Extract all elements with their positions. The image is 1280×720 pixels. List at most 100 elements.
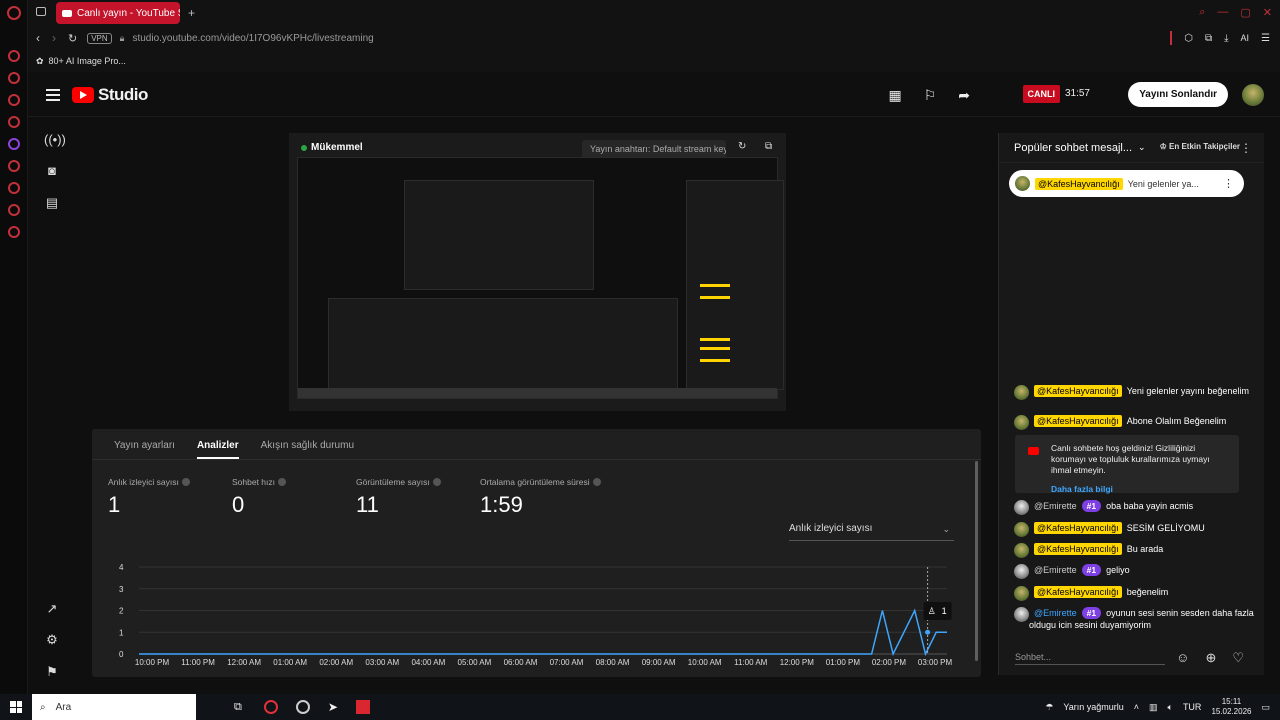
camera-icon[interactable]: ◙ [44,163,60,179]
calendar-icon[interactable]: ▤ [44,195,60,211]
hover-point [925,629,931,635]
back-icon[interactable]: ‹ [36,31,40,45]
reload-icon[interactable]: ↻ [68,32,77,45]
feedback-icon[interactable]: ⚑ [44,664,60,680]
forward-icon[interactable]: › [52,31,56,45]
stream-key-select[interactable]: Yayın anahtarı: Default stream key [582,140,726,158]
chat-message[interactable]: @Emirette #1 oyunun sesi senin sesden daha… [1014,607,1254,631]
share-icon[interactable]: ➦ [958,87,970,104]
emoji-icon[interactable]: ☺ [1176,650,1189,666]
menu-icon[interactable]: ☰ [1261,33,1270,44]
refresh-icon[interactable]: ↻ [738,141,752,155]
bookmark-icon[interactable]: ⚐ [924,87,937,104]
hamburger-menu-icon[interactable] [46,86,60,104]
panel-scrollbar[interactable] [975,461,978,661]
tab-stream-settings[interactable]: Yayın ayarları [114,440,175,459]
sidebar-messenger-icon[interactable] [7,116,20,128]
tab-analytics[interactable]: Analizler [196,440,239,459]
steam-taskbar-icon[interactable]: ➤ [328,700,338,714]
message-author[interactable]: @Emirette [1034,608,1077,618]
heart-icon[interactable]: ♡ [1232,650,1244,666]
snapshot-icon[interactable]: ⬡ [1184,33,1193,44]
learn-more-link[interactable]: Daha fazla bilgi [1051,484,1231,495]
y-tick-label: 0 [119,650,124,659]
sidebar-aria-icon[interactable] [7,50,20,62]
y-tick-label: 1 [119,628,124,637]
message-author[interactable]: @KafesHayvancılığı [1034,522,1122,534]
clock[interactable]: 15:11 15.02.2026 [1211,697,1251,717]
copy-icon[interactable]: ⧉ [765,141,779,155]
maximize-icon[interactable]: ▢ [1240,6,1250,19]
message-author[interactable]: @KafesHayvancılığı [1034,586,1122,598]
help-icon[interactable] [592,478,601,486]
sidebar-history-icon[interactable] [7,182,20,194]
message-author[interactable]: @KafesHayvancılığı [1034,415,1122,427]
account-avatar[interactable] [1242,84,1264,106]
help-icon[interactable] [432,478,441,486]
bookmark-item[interactable]: 80+ AI Image Pro... [49,56,126,66]
message-author[interactable]: @KafesHayvancılığı [1034,543,1122,555]
chevron-down-icon[interactable]: ⌄ [1138,142,1146,153]
more-options-icon[interactable]: ⋮ [1240,141,1252,155]
sidebar-shop-icon[interactable] [7,72,20,84]
metric-dropdown[interactable]: Anlık izleyici sayısı ⌄ [789,521,954,541]
sidebar-instagram-icon[interactable] [7,94,20,106]
clapperboard-icon[interactable]: ▦ [888,87,901,104]
tray-chevron-icon[interactable]: ˄ [1134,702,1139,712]
pinned-more-icon[interactable]: ⋮ [1223,177,1234,190]
studio-logo[interactable]: Studio [72,85,148,105]
sidebar-extensions-icon[interactable] [7,204,20,216]
message-author[interactable]: @Emirette [1034,565,1077,575]
help-icon[interactable] [181,478,190,486]
search-tabs-icon[interactable]: ⌕ [1199,6,1205,19]
sidebar-twitch-icon[interactable] [7,138,20,150]
popout-icon[interactable]: ↗ [44,601,60,617]
workspaces-icon[interactable] [36,7,46,16]
app-taskbar-icon[interactable] [355,700,370,714]
opera-logo-icon[interactable] [6,6,21,20]
network-icon[interactable]: ▥ [1149,702,1158,713]
broadcast-icon[interactable]: ((•)) [44,132,66,148]
message-author[interactable]: @Emirette [1034,501,1077,511]
add-icon[interactable]: ⊕ [1205,650,1216,666]
obs-taskbar-icon[interactable] [295,700,310,714]
ai-label[interactable]: AI [1241,33,1250,43]
chat-message[interactable]: @Emirette #1 oba baba yayin acmis [1014,500,1254,515]
weather-text[interactable]: Yarın yağmurlu [1063,702,1123,712]
task-view-icon[interactable]: ⧉ [234,701,242,714]
chat-message[interactable]: @KafesHayvancılığı Yeni gelenler yayını b… [1014,385,1254,400]
pinned-message[interactable]: @KafesHayvancılığı Yeni gelenler ya... ⋮ [1009,170,1244,197]
download-icon[interactable]: ⤓ [1224,33,1228,44]
minimize-icon[interactable]: — [1217,6,1228,19]
end-stream-button[interactable]: Yayını Sonlandır [1128,82,1228,107]
chat-message[interactable]: @KafesHayvancılığı Abone Olalım Beğenelim [1014,415,1254,430]
notification-icon[interactable]: ▭ [1261,702,1270,713]
sidebar-settings-icon[interactable] [7,226,20,238]
close-window-icon[interactable]: ✕ [1263,6,1272,19]
tab-stream-health[interactable]: Akışın sağlık durumu [261,440,354,459]
chat-input[interactable]: Sohbet... [1015,652,1165,665]
help-icon[interactable] [278,478,287,486]
taskbar-search[interactable]: ⌕ Ara [32,694,196,720]
browser-tab-active[interactable]: Canlı yayın - YouTube Studio [56,2,180,24]
opera-taskbar-icon[interactable] [263,700,278,714]
chat-message[interactable]: @KafesHayvancılığı SESİM GELİYOMU [1014,522,1254,537]
extensions-icon[interactable]: ⧉ [1205,33,1212,44]
message-author[interactable]: @KafesHayvancılığı [1034,385,1122,397]
sidebar-player-icon[interactable] [7,160,20,172]
top-fans-button[interactable]: ♔ En Etkin Takipçiler [1160,142,1240,151]
bookmarks-bar: ✿ 80+ AI Image Pro... [28,50,1280,72]
language-indicator[interactable]: TUR [1183,702,1202,712]
windows-start-icon[interactable] [10,701,22,713]
volume-icon[interactable]: 🔈︎ [1168,702,1173,713]
vpn-badge[interactable]: VPN [87,32,112,44]
chat-message[interactable]: @KafesHayvancılığı beğenelim [1014,586,1254,601]
pinned-text: Yeni gelenler ya... [1127,178,1199,189]
url-field[interactable]: studio.youtube.com/video/1I7O96vKPHc/liv… [132,33,373,44]
settings-gear-icon[interactable]: ⚙ [44,632,60,648]
new-tab-icon[interactable]: + [188,6,195,20]
chat-message[interactable]: @Emirette #1 geliyo [1014,564,1254,579]
chat-message[interactable]: @KafesHayvancılığı Bu arada [1014,543,1254,558]
stream-health-status: Mükemmel [301,142,363,153]
chat-mode-select[interactable]: Popüler sohbet mesajl... [1014,142,1132,154]
